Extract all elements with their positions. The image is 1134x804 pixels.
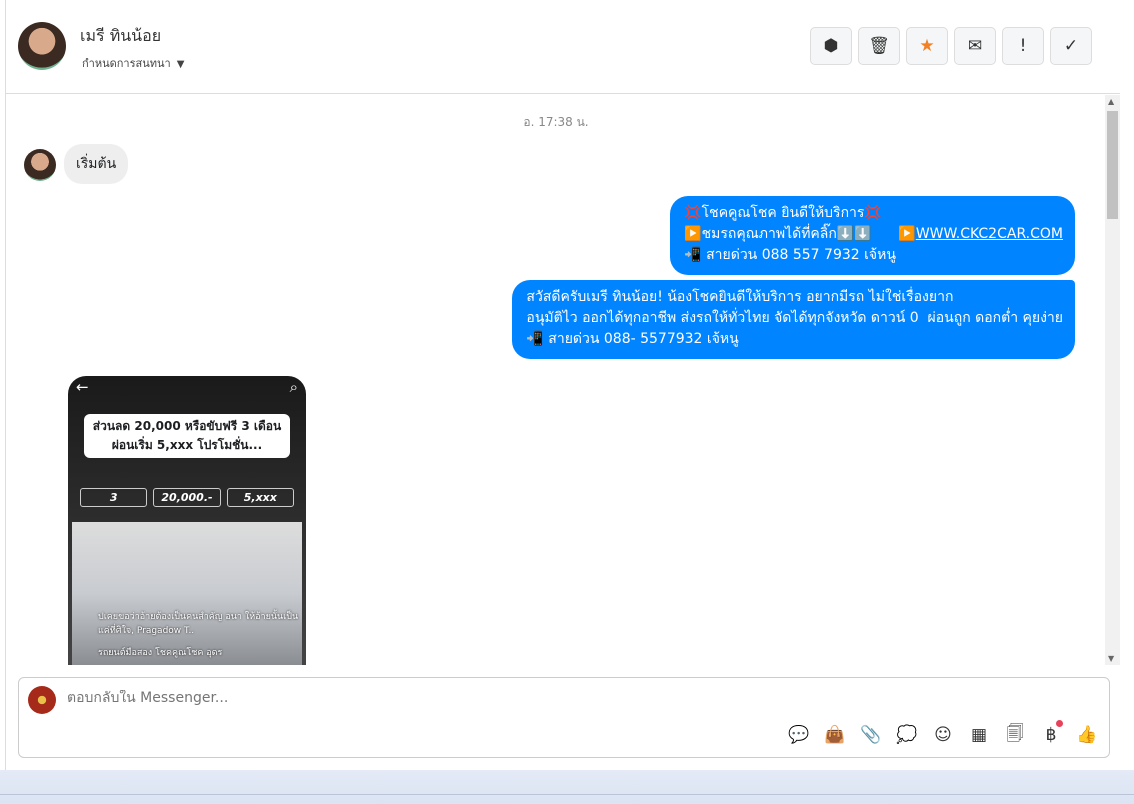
notes-button[interactable]: 🗐 bbox=[1003, 723, 1027, 747]
delete-button[interactable]: 🗑 bbox=[858, 27, 900, 65]
image-caption: ปเคยขอว่าอ้ายต้องเป็นคนสำคัญ อนา ให้อ้าย… bbox=[98, 612, 299, 636]
saved-reply-button[interactable]: 💬 bbox=[787, 723, 811, 747]
notification-dot bbox=[1056, 720, 1063, 727]
mark-done-button[interactable]: ✓ bbox=[1050, 27, 1092, 65]
caret-down-icon: ▼ bbox=[176, 59, 185, 70]
star-button[interactable]: ★ bbox=[906, 27, 948, 65]
sent-message: 💢โชคคูณโชค ยินดีให้บริการ💢 ▶️ชมรถคุณภาพไ… bbox=[670, 196, 1075, 275]
envelope-icon: ✉ bbox=[967, 36, 983, 56]
message-line: ▶️ชมรถคุณภาพได้ที่คลิ๊ก⬇️⬇️ ▶️ bbox=[684, 226, 916, 242]
website-link[interactable]: WWW.CKC2CAR.COM bbox=[916, 226, 1063, 242]
star-icon: ★ bbox=[919, 36, 935, 56]
saved-reply-icon: 💬 bbox=[788, 725, 810, 745]
conversation-header: เมรี ทินน้อย กำหนดการสนทนา ▼ ⬢ 🗑 ★ ✉ ! ✓ bbox=[6, 0, 1120, 94]
report-spam-button[interactable]: ⬢ bbox=[810, 27, 852, 65]
message-line: 💢โชคคูณโชค ยินดีให้บริการ💢 bbox=[684, 205, 882, 221]
chat-dots-icon: 💭 bbox=[896, 725, 918, 745]
notes-icon: 🗐 bbox=[1006, 723, 1024, 744]
trash-icon: 🗑 bbox=[868, 36, 890, 56]
message-thread: อ. 17:38 น. เริ่มต้น 💢โชคคูณโชค ยินดีให้… bbox=[6, 95, 1120, 665]
emoji-icon: ☺ bbox=[934, 725, 952, 745]
reply-input[interactable] bbox=[67, 690, 667, 706]
car-photo bbox=[72, 522, 302, 665]
dropdown-label: กำหนดการสนทนา bbox=[82, 57, 171, 70]
shop-button[interactable]: 👜 bbox=[823, 723, 847, 747]
payment-button[interactable]: ฿ bbox=[1039, 720, 1063, 747]
contact-avatar-small bbox=[24, 149, 56, 181]
promo-box: 5,xxx bbox=[226, 488, 294, 507]
taskbar-area bbox=[0, 770, 1134, 804]
mark-unread-button[interactable]: ✉ bbox=[954, 27, 996, 65]
like-button[interactable]: 👍 bbox=[1075, 723, 1099, 747]
scroll-up-icon[interactable]: ▲ bbox=[1108, 97, 1114, 106]
camera-search-icons: ⌕ bbox=[289, 378, 298, 396]
received-message: เริ่มต้น bbox=[64, 144, 129, 184]
exclamation-icon: ! bbox=[1019, 36, 1027, 56]
follow-up-button[interactable]: ! bbox=[1002, 27, 1044, 65]
scrollbar[interactable]: ▲ ▼ bbox=[1105, 95, 1120, 665]
emoji-button[interactable]: ☺ bbox=[931, 723, 955, 747]
thumbs-up-icon: 👍 bbox=[1076, 725, 1098, 745]
table-icon: ▦ bbox=[970, 725, 988, 745]
timestamp: อ. 17:38 น. bbox=[523, 115, 589, 129]
contact-name[interactable]: เมรี ทินน้อย bbox=[80, 24, 161, 49]
shared-image[interactable]: ← ⌕ ส่วนลด 20,000 หรือขับฟรี 3 เดือน ผ่อน… bbox=[68, 376, 306, 665]
promo-text: ส่วนลด 20,000 หรือขับฟรี 3 เดือน ผ่อนเริ… bbox=[84, 414, 290, 458]
paperclip-icon: 📎 bbox=[860, 725, 882, 745]
message-line: 📲 สายด่วน 088 557 7932 เจ้หนู bbox=[684, 247, 896, 263]
image-caption: รถยนต์มือสอง โชคคูณโชค อุดร bbox=[98, 648, 223, 658]
shop-bag-icon: 👜 bbox=[824, 725, 846, 745]
check-icon: ✓ bbox=[1063, 36, 1079, 56]
quick-reply-button[interactable]: 💭 bbox=[895, 723, 919, 747]
alert-octagon-icon: ⬢ bbox=[823, 36, 839, 56]
baht-icon: ฿ bbox=[1045, 725, 1057, 745]
sent-message: สวัสดีครับเมรี ทินน้อย! น้องโชคยินดีให้บ… bbox=[512, 280, 1075, 359]
reply-composer: 💬 👜 📎 💭 ☺ ▦ 🗐 ฿ 👍 bbox=[18, 677, 1110, 758]
scroll-thumb[interactable] bbox=[1107, 111, 1118, 219]
attach-button[interactable]: 📎 bbox=[859, 723, 883, 747]
promo-box: 3 bbox=[80, 488, 148, 507]
promo-box: 20,000.- bbox=[153, 488, 221, 507]
scroll-down-icon[interactable]: ▼ bbox=[1108, 654, 1114, 663]
conversation-settings-dropdown[interactable]: กำหนดการสนทนา ▼ bbox=[82, 54, 184, 72]
contact-avatar[interactable] bbox=[18, 22, 66, 70]
table-button[interactable]: ▦ bbox=[967, 723, 991, 747]
page-avatar bbox=[28, 686, 56, 714]
back-arrow-icon: ← bbox=[76, 378, 89, 396]
